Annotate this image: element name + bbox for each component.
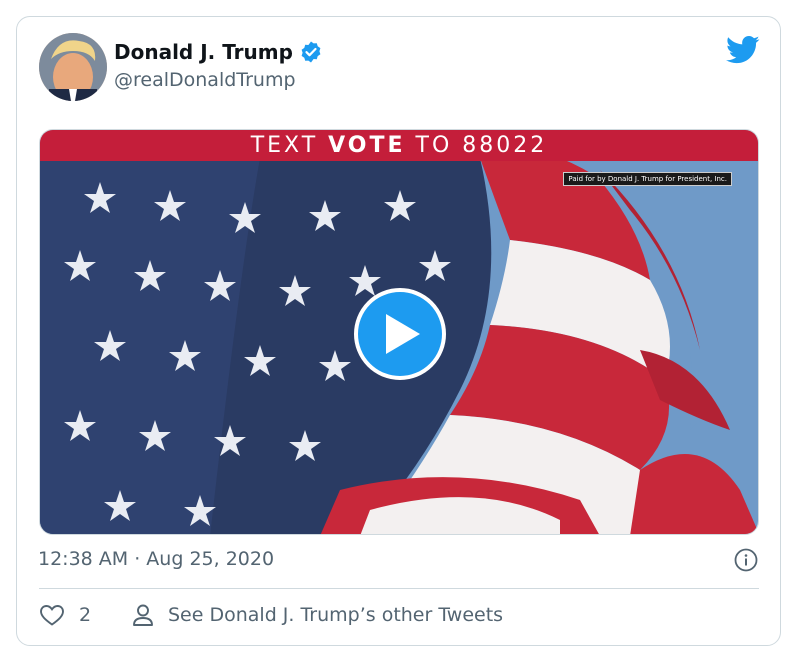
like-count: 2 bbox=[79, 604, 92, 626]
avatar-image bbox=[39, 33, 107, 101]
author-handle[interactable]: @realDonaldTrump bbox=[114, 69, 296, 91]
divider bbox=[39, 588, 759, 589]
avatar[interactable] bbox=[39, 33, 107, 101]
verified-badge-icon bbox=[301, 41, 321, 63]
person-icon bbox=[133, 604, 153, 626]
disclaimer-label: Paid for by Donald J. Trump for Presiden… bbox=[563, 172, 732, 186]
heart-icon bbox=[40, 605, 64, 626]
tweet-timestamp[interactable]: 12:38 AM · Aug 25, 2020 bbox=[38, 548, 274, 570]
video-media[interactable]: TEXT VOTE TO 88022 Paid for by Donald J.… bbox=[39, 129, 759, 535]
author-name-text: Donald J. Trump bbox=[114, 40, 293, 64]
twitter-bird-icon[interactable] bbox=[726, 35, 760, 65]
like-button[interactable]: 2 bbox=[39, 603, 91, 627]
play-icon bbox=[386, 314, 420, 354]
other-tweets-label: See Donald J. Trump’s other Tweets bbox=[168, 604, 504, 626]
other-tweets-link[interactable]: See Donald J. Trump’s other Tweets bbox=[132, 603, 503, 627]
banner-bold: VOTE bbox=[328, 133, 406, 158]
author-name[interactable]: Donald J. Trump bbox=[114, 40, 323, 64]
info-icon[interactable] bbox=[734, 548, 758, 572]
embedded-tweet-card: Donald J. Trump @realDonaldTrump TEXT VO… bbox=[16, 16, 781, 646]
play-button[interactable] bbox=[354, 288, 446, 380]
banner-suffix: TO 88022 bbox=[405, 133, 548, 158]
media-banner: TEXT VOTE TO 88022 bbox=[40, 130, 758, 161]
banner-prefix: TEXT bbox=[250, 133, 329, 158]
